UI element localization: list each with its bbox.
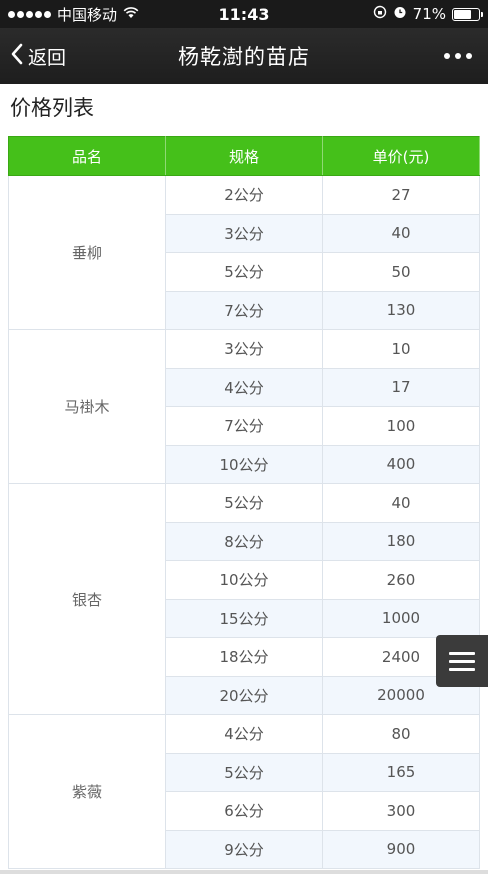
product-name-cell: 紫薇 (8, 714, 166, 869)
price-cell: 165 (322, 752, 480, 792)
price-cell: 40 (322, 213, 480, 253)
price-table: 品名 规格 单价(元) 垂柳 2公分 27 3公分 40 5公分 50 7公分 130 马褂木 3公… (8, 136, 480, 869)
bottom-divider (0, 870, 488, 874)
spec-cell: 15公分 (165, 598, 323, 638)
price-cell: 260 (322, 560, 480, 600)
spec-cell: 2公分 (165, 175, 323, 215)
spec-cell: 7公分 (165, 406, 323, 446)
price-cell: 900 (322, 829, 480, 869)
spec-cell: 6公分 (165, 791, 323, 831)
alarm-icon (393, 5, 407, 23)
table-body: 垂柳 2公分 27 3公分 40 5公分 50 7公分 130 马褂木 3公分 10 4公分 17 7公分 1… (8, 175, 480, 869)
lock-rotation-icon (373, 5, 387, 23)
price-cell: 180 (322, 521, 480, 561)
battery-icon (452, 7, 483, 21)
spec-cell: 3公分 (165, 329, 323, 369)
table-header-row: 品名 规格 单价(元) (8, 136, 480, 176)
battery-percent: 71% (412, 5, 446, 23)
spec-cell: 5公分 (165, 752, 323, 792)
menu-icon[interactable] (436, 635, 488, 687)
price-cell: 130 (322, 290, 480, 330)
price-cell: 80 (322, 714, 480, 754)
product-name-cell: 银杏 (8, 483, 166, 715)
spec-cell: 18公分 (165, 637, 323, 677)
spec-cell: 8公分 (165, 521, 323, 561)
spec-cell: 4公分 (165, 367, 323, 407)
price-cell: 40 (322, 483, 480, 523)
spec-cell: 10公分 (165, 560, 323, 600)
spec-cell: 9公分 (165, 829, 323, 869)
table-row: 紫薇 4公分 80 (8, 714, 480, 869)
price-cell: 27 (322, 175, 480, 215)
price-cell: 17 (322, 367, 480, 407)
price-cell: 1000 (322, 598, 480, 638)
spec-cell: 10公分 (165, 444, 323, 484)
table-row: 垂柳 2公分 27 (8, 175, 480, 330)
carrier-label: 中国移动 (57, 5, 118, 24)
nav-bar: 返回 杨乾澍的苗店 (0, 28, 488, 84)
status-bar: 中国移动 11:43 71% (0, 0, 488, 28)
spec-cell: 7公分 (165, 290, 323, 330)
product-name-cell: 马褂木 (8, 329, 166, 484)
spec-cell: 3公分 (165, 213, 323, 253)
product-name-cell: 垂柳 (8, 175, 166, 330)
spec-cell: 4公分 (165, 714, 323, 754)
back-chevron-icon (10, 43, 24, 70)
spec-cell: 5公分 (165, 252, 323, 292)
page-title: 杨乾澍的苗店 (178, 45, 310, 69)
spec-cell: 20公分 (165, 675, 323, 715)
back-button[interactable]: 返回 (10, 28, 66, 84)
back-label: 返回 (28, 46, 67, 69)
table-row: 马褂木 3公分 10 (8, 329, 480, 484)
price-cell: 300 (322, 791, 480, 831)
signal-dots-icon (8, 10, 51, 18)
table-row: 银杏 5公分 40 (8, 483, 480, 715)
more-dots-icon[interactable] (444, 28, 472, 84)
header-spec: 规格 (165, 136, 323, 176)
price-cell: 400 (322, 444, 480, 484)
price-cell: 10 (322, 329, 480, 369)
header-name: 品名 (8, 136, 166, 176)
header-price: 单价(元) (322, 136, 480, 176)
price-cell: 50 (322, 252, 480, 292)
spec-cell: 5公分 (165, 483, 323, 523)
section-title: 价格列表 (10, 96, 94, 120)
wifi-icon (123, 5, 139, 23)
price-cell: 100 (322, 406, 480, 446)
